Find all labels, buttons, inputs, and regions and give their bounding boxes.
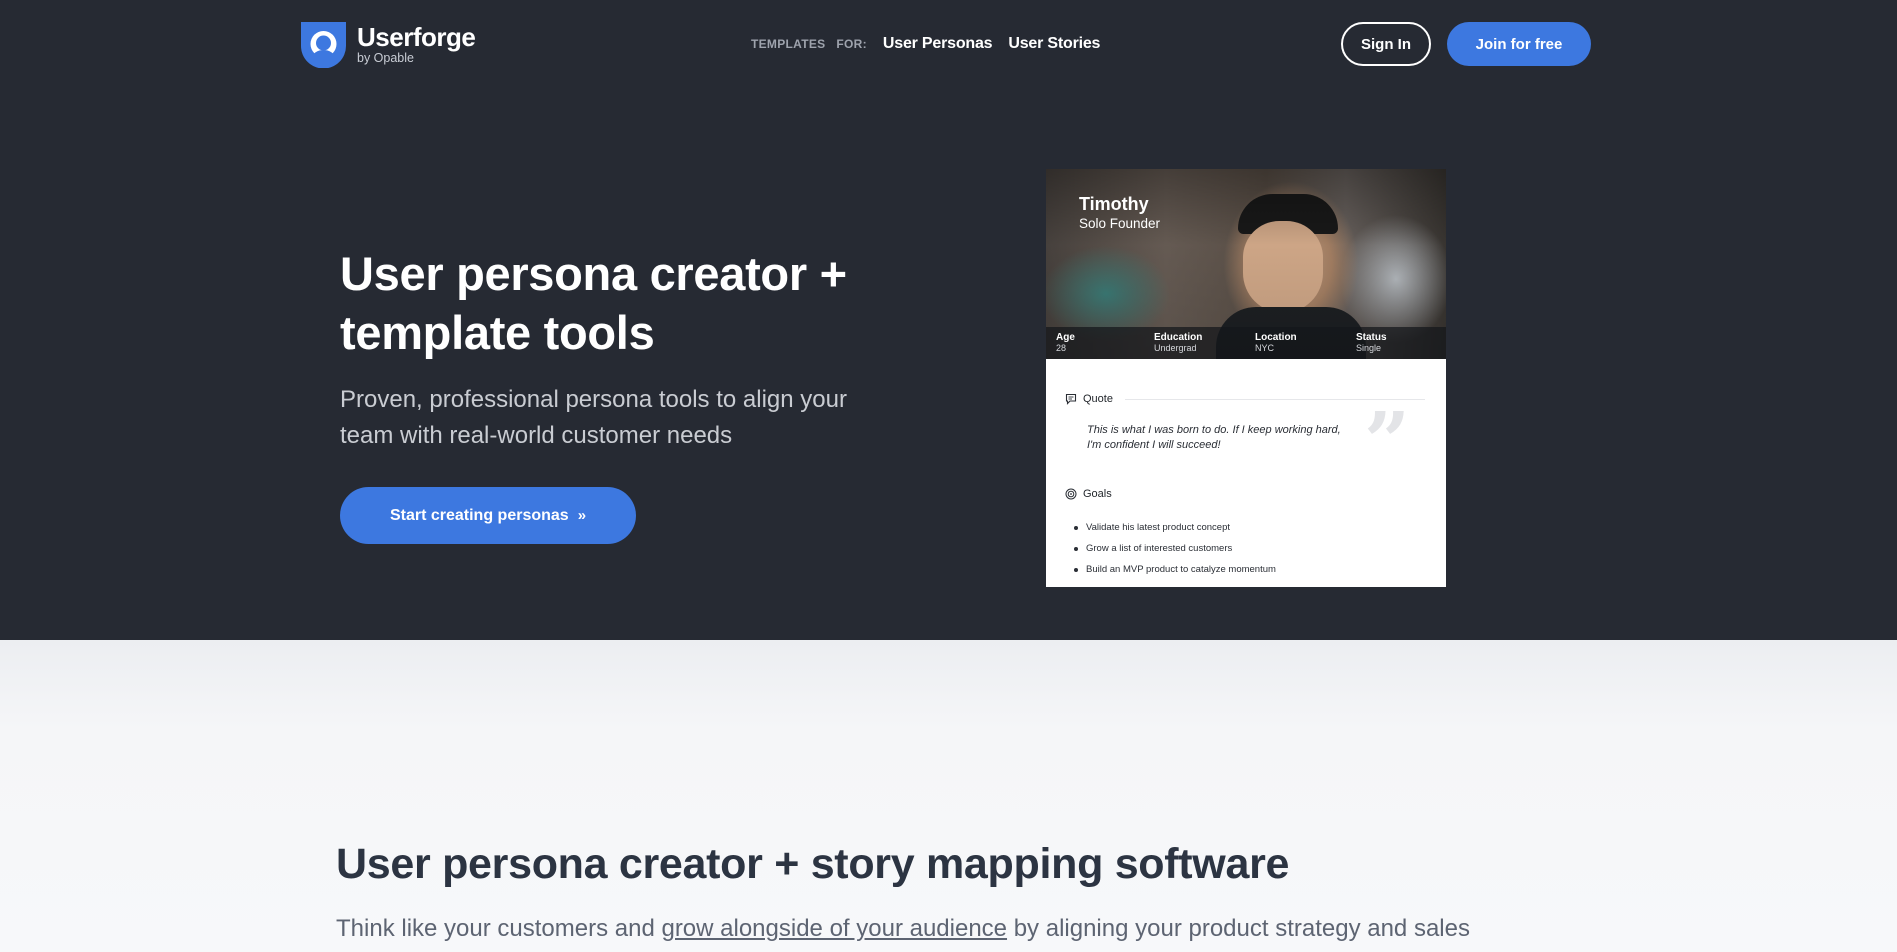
persona-photo: Timothy Solo Founder Age 28 Education Un… — [1046, 169, 1446, 359]
goal-item: Validate his latest product concept — [1074, 517, 1276, 538]
stat-education: Education Undergrad — [1154, 332, 1203, 353]
persona-name: Timothy — [1079, 194, 1149, 214]
persona-stats-bar: Age 28 Education Undergrad Location NYC … — [1046, 327, 1446, 359]
logo-subtitle: by Opable — [357, 51, 414, 65]
templates-nav: TEMPLATES FOR: User Personas User Storie… — [751, 35, 1116, 53]
logo[interactable]: Userforge by Opable — [301, 22, 476, 68]
goal-item: Build an MVP product to catalyze momentu… — [1074, 559, 1276, 580]
join-for-free-button[interactable]: Join for free — [1447, 22, 1591, 66]
goals-section-header: Goals — [1065, 488, 1425, 500]
chat-icon — [1065, 393, 1077, 405]
grow-alongside-audience-link[interactable]: grow alongside of your audience — [661, 915, 1007, 942]
stat-age: Age 28 — [1056, 332, 1075, 353]
nav-link-user-personas[interactable]: User Personas — [883, 35, 993, 53]
target-icon — [1065, 488, 1077, 500]
nav-link-user-stories[interactable]: User Stories — [1008, 35, 1100, 53]
persona-quote: This is what I was born to do. If I keep… — [1087, 424, 1341, 451]
page: Userforge by Opable TEMPLATES FOR: User … — [0, 0, 1897, 952]
double-chevron-right-icon: » — [577, 507, 587, 524]
sign-in-button[interactable]: Sign In — [1341, 22, 1431, 66]
lower-background — [0, 640, 1897, 952]
section-description: Think like your customers and grow along… — [336, 915, 1470, 942]
goal-item: Grow a list of interested customers — [1074, 538, 1276, 559]
user-shield-logo-icon — [301, 22, 346, 68]
stat-status: Status Single — [1356, 332, 1387, 353]
goals-label: Goals — [1083, 488, 1112, 500]
start-button-label: Start creating personas — [389, 506, 569, 524]
start-creating-personas-button[interactable]: Start creating personas » — [340, 487, 636, 544]
goals-list: Validate his latest product concept Grow… — [1074, 517, 1276, 580]
quote-label: Quote — [1083, 393, 1113, 405]
section-title: User persona creator + story mapping sof… — [336, 840, 1290, 888]
persona-card-preview: Timothy Solo Founder Age 28 Education Un… — [1046, 169, 1446, 587]
templates-for-label: TEMPLATES FOR: — [751, 37, 867, 51]
persona-role: Solo Founder — [1079, 216, 1161, 231]
hero-subtitle: Proven, professional persona tools to al… — [340, 386, 847, 449]
stat-location: Location NYC — [1255, 332, 1297, 353]
logo-name: Userforge — [357, 22, 476, 52]
site-header: Userforge by Opable TEMPLATES FOR: User … — [0, 0, 1897, 88]
quote-mark-icon: ” — [1364, 394, 1411, 488]
hero-title: User persona creator + template tools — [340, 247, 847, 359]
